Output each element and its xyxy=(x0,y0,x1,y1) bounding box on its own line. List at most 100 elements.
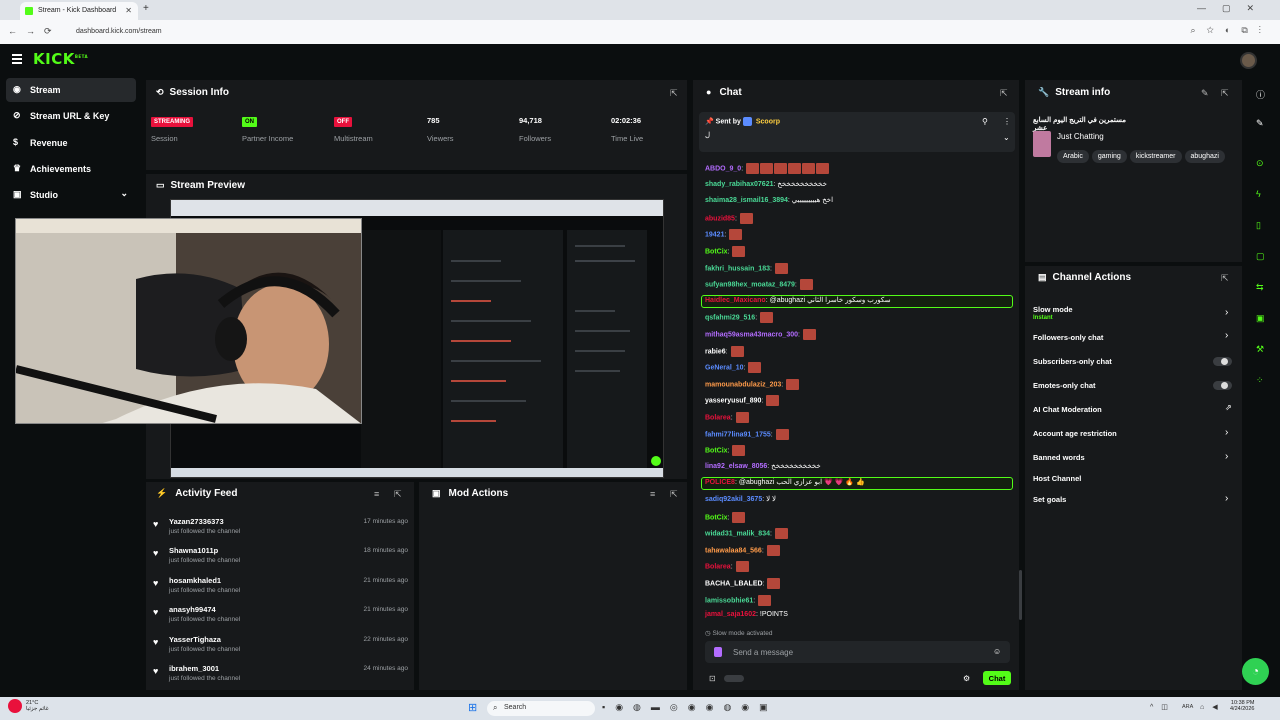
taskbar-search[interactable]: ⌕ Search xyxy=(487,701,595,716)
sidebar-item-stream-url-key[interactable]: ⊘ Stream URL & Key xyxy=(6,104,136,128)
chat-message[interactable]: yasseryusuf_890: xyxy=(705,395,780,409)
subscribers-only-toggle[interactable] xyxy=(1213,357,1232,366)
pinned-user[interactable]: Scoorp xyxy=(756,118,780,125)
chat-username[interactable]: fakhri_hussain_183 xyxy=(705,265,770,272)
settings-gear-icon[interactable]: ⚙ xyxy=(963,674,970,683)
follower-name[interactable]: anasyh99474 xyxy=(169,605,216,614)
chevron-right-icon[interactable]: › xyxy=(1225,330,1228,341)
chat-message[interactable]: Bolarea: xyxy=(705,412,749,426)
account-age-setting[interactable]: Account age restriction xyxy=(1033,429,1233,438)
chevron-right-icon[interactable]: › xyxy=(1225,493,1228,504)
chat-username[interactable]: BACHA_LBALED xyxy=(705,580,763,587)
edit-pencil-icon[interactable]: ✎ xyxy=(1201,88,1209,99)
chat-message[interactable]: fakhri_hussain_183: xyxy=(705,263,788,277)
sidebar-item-revenue[interactable]: $ Revenue xyxy=(6,131,136,155)
kick-logo[interactable]: KICKBETA xyxy=(33,50,88,68)
chat-message[interactable]: Haidlec_Maxicano: @abughazi سكورب وسكور … xyxy=(705,296,891,310)
follower-name[interactable]: ibrahem_3001 xyxy=(169,664,219,673)
chat-message[interactable]: 19421: xyxy=(705,229,743,243)
popout-icon[interactable]: ⇱ xyxy=(1221,88,1229,99)
host-channel-setting[interactable]: Host Channel xyxy=(1033,474,1233,483)
nav-buttons[interactable]: ←→⟳ xyxy=(8,26,61,37)
chat-message[interactable]: jamal_saja1602: !POINTS xyxy=(705,611,788,625)
popout-icon[interactable]: ⇱ xyxy=(670,489,678,500)
points-indicator[interactable] xyxy=(724,675,744,682)
chat-message[interactable]: widad31_malik_834: xyxy=(705,528,788,542)
browser-toolbar-icons[interactable]: ⌕☆◐⧉⋮ xyxy=(1191,25,1273,36)
tag[interactable]: kickstreamer xyxy=(1129,150,1182,163)
follower-name[interactable]: Yazan27336373 xyxy=(169,517,224,526)
set-goals-setting[interactable]: Set goals xyxy=(1033,495,1233,504)
chat-message[interactable]: lamissobhie61: xyxy=(705,595,772,609)
sidebar-item-achievements[interactable]: ♛ Achievements xyxy=(6,157,136,181)
chat-message[interactable]: sufyan98hex_moataz_8479: xyxy=(705,279,813,293)
chat-username[interactable]: BotCix xyxy=(705,447,728,454)
chat-username[interactable]: Bolarea xyxy=(705,563,731,570)
chat-message[interactable]: shaima28_ismail16_3894: اخخ هيييييييييي xyxy=(705,196,833,210)
follower-name[interactable]: Shawna1011p xyxy=(169,546,218,555)
tag[interactable]: gaming xyxy=(1091,150,1127,163)
chat-message[interactable]: Bolarea: xyxy=(705,561,749,575)
weather-widget[interactable]: 21°C غائم جزئيا xyxy=(26,700,49,712)
chat-username[interactable]: ABDO_9_0 xyxy=(705,165,741,172)
wrench-icon[interactable]: ⚒ xyxy=(1256,344,1264,355)
gift-icon[interactable]: ⊡ xyxy=(709,674,716,683)
mic-icon[interactable] xyxy=(714,647,722,657)
chat-message[interactable]: BotCix: xyxy=(705,445,746,459)
weather-icon[interactable] xyxy=(8,699,22,713)
chat-username[interactable]: mithaq59asma43macro_300 xyxy=(705,331,798,338)
chat-username[interactable]: sufyan98hex_moataz_8479 xyxy=(705,281,795,288)
chevron-right-icon[interactable]: › xyxy=(1225,451,1228,462)
browser-tab[interactable]: Stream - Kick Dashboard ✕ xyxy=(20,2,138,20)
chat-username[interactable]: Bolarea xyxy=(705,414,731,421)
more-options-icon[interactable]: ⋮ xyxy=(1003,117,1011,126)
chat-username[interactable]: shady_rabihax07621 xyxy=(705,181,774,188)
chat-username[interactable]: abuzid85 xyxy=(705,215,735,222)
chat-username[interactable]: jamal_saja1602 xyxy=(705,611,756,618)
chat-message[interactable]: mithaq59asma43macro_300: xyxy=(705,329,816,343)
chat-username[interactable]: mamounabdulaziz_203 xyxy=(705,381,781,388)
popout-icon[interactable]: ⇱ xyxy=(670,88,678,99)
chat-username[interactable]: lina92_elsaw_8056 xyxy=(705,463,767,470)
help-chat-button[interactable]: ◔ xyxy=(1242,658,1269,685)
chat-username[interactable]: POLICE8 xyxy=(705,479,735,486)
filter-icon[interactable]: ≡ xyxy=(650,489,655,499)
link-icon[interactable]: ⇆ xyxy=(1256,282,1264,293)
chat-message[interactable]: lina92_elsaw_8056: خخخخخخخخخخخ xyxy=(705,462,821,476)
chat-scrollbar[interactable] xyxy=(1019,570,1022,620)
chat-message[interactable]: BACHA_LBALED: xyxy=(705,578,781,592)
send-chat-button[interactable]: Chat xyxy=(983,671,1011,685)
chevron-down-icon[interactable]: ⌄ xyxy=(1003,133,1010,142)
info-icon[interactable]: ⓘ xyxy=(1256,88,1265,101)
stream-category[interactable]: Just Chatting xyxy=(1057,132,1104,141)
popout-icon[interactable]: ⇱ xyxy=(394,489,402,500)
bolt-icon[interactable]: ϟ xyxy=(1256,189,1261,199)
chat-username[interactable]: tahawalaa84_566 xyxy=(705,547,762,554)
chat-message[interactable]: GeNeral_10: xyxy=(705,362,762,376)
chat-message[interactable]: mamounabdulaziz_203: xyxy=(705,379,800,393)
edit-pencil-icon[interactable]: ✎ xyxy=(1256,118,1264,129)
ai-chat-moderation-setting[interactable]: AI Chat Moderation xyxy=(1033,405,1233,414)
tag[interactable]: Arabic xyxy=(1057,150,1089,163)
url-field[interactable]: dashboard.kick.com/stream xyxy=(64,25,1154,39)
chat-message[interactable]: ABDO_9_0: xyxy=(705,163,830,177)
chat-message[interactable]: BotCix: xyxy=(705,246,746,260)
chat-username[interactable]: GeNeral_10 xyxy=(705,364,744,371)
chat-username[interactable]: 19421 xyxy=(705,231,724,238)
chat-message[interactable]: POLICE8: @abughazi ابو عزازي الحب 💗 💗 🔥 … xyxy=(705,478,865,492)
chat-username[interactable]: shaima28_ismail16_3894 xyxy=(705,197,788,204)
chat-username[interactable]: widad31_malik_834 xyxy=(705,530,770,537)
sidebar-item-stream[interactable]: ◉ Stream xyxy=(6,78,136,102)
chat-username[interactable]: yasseryusuf_890 xyxy=(705,397,761,404)
chat-message[interactable]: tahawalaa84_566: xyxy=(705,545,780,559)
chat-message[interactable]: shady_rabihax07621: خخخخخخخخخخخ xyxy=(705,180,827,194)
emoji-icon[interactable]: ☺ xyxy=(993,647,1001,656)
filter-icon[interactable]: ≡ xyxy=(374,489,379,499)
banned-words-setting[interactable]: Banned words xyxy=(1033,453,1233,462)
chevron-right-icon[interactable]: › xyxy=(1225,307,1228,318)
apps-icon[interactable]: ⁘ xyxy=(1256,375,1264,386)
user-avatar[interactable] xyxy=(1240,52,1257,69)
chat-username[interactable]: Haidlec_Maxicano xyxy=(705,297,766,304)
windows-start-icon[interactable]: ⊞ xyxy=(468,701,477,714)
new-tab-button[interactable]: + xyxy=(143,3,149,14)
